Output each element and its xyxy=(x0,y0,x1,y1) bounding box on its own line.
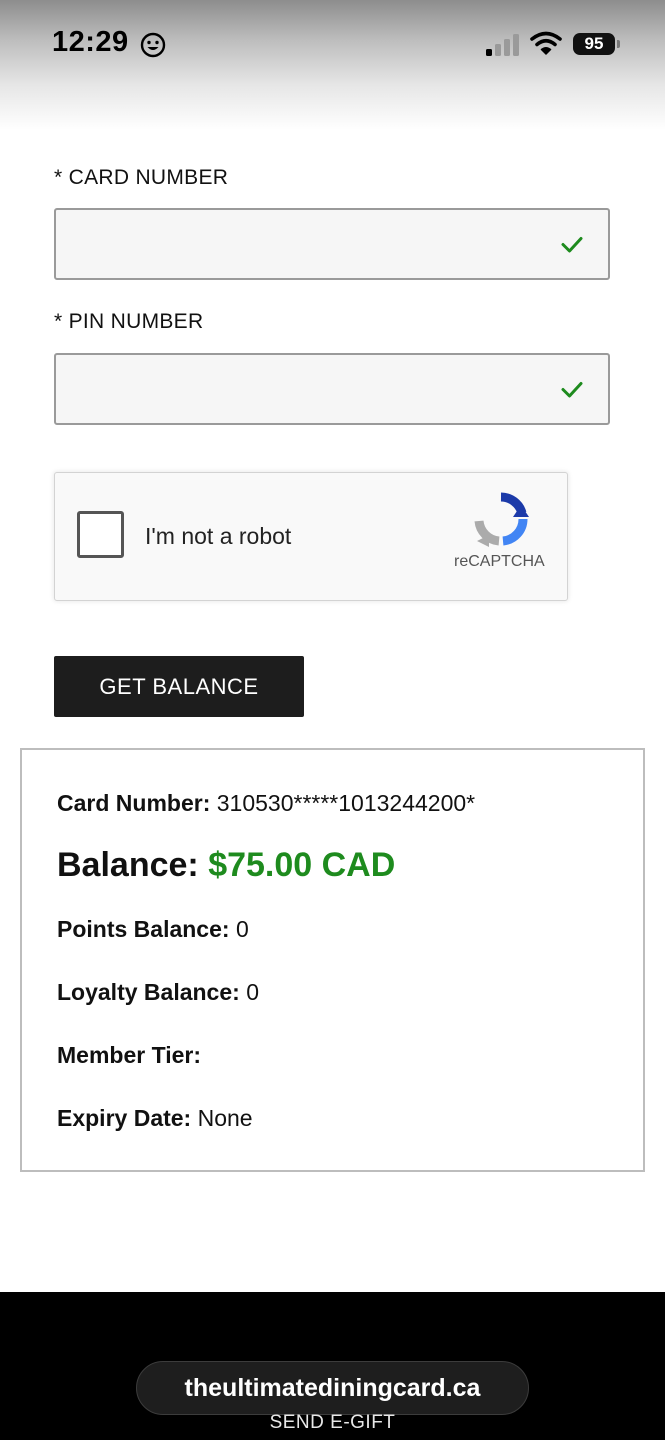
result-points-balance: Points Balance: 0 xyxy=(57,916,249,943)
result-loyalty-value: 0 xyxy=(246,979,259,1005)
result-balance: Balance: $75.00 CAD xyxy=(57,846,395,885)
footer: theultimatediningcard.ca SEND E-GIFT xyxy=(0,1292,665,1440)
result-loyalty-balance: Loyalty Balance: 0 xyxy=(57,979,259,1006)
recaptcha-logo-icon xyxy=(474,492,529,547)
pin-number-field[interactable] xyxy=(54,353,610,425)
result-card-number-value: 310530*****1013244200* xyxy=(216,790,476,816)
result-card-number: Card Number: 310530*****1013244200* xyxy=(57,790,475,817)
balance-result-panel: Card Number: 310530*****1013244200* Bala… xyxy=(20,748,645,1172)
pin-number-input[interactable] xyxy=(56,355,536,423)
result-points-label: Points Balance: xyxy=(57,916,230,942)
browser-url-bar[interactable]: theultimatediningcard.ca xyxy=(136,1361,529,1415)
result-expiry-label: Expiry Date: xyxy=(57,1105,192,1131)
result-expiry-date: Expiry Date: None xyxy=(57,1105,253,1132)
result-expiry-value: None xyxy=(197,1105,253,1131)
cellular-signal-icon xyxy=(486,34,519,56)
wifi-icon xyxy=(530,31,562,55)
send-egift-link[interactable]: SEND E-GIFT xyxy=(0,1412,665,1434)
smiley-icon xyxy=(140,32,166,58)
card-number-label: * CARD NUMBER xyxy=(54,166,229,189)
checkmark-icon xyxy=(561,237,583,253)
card-number-input[interactable] xyxy=(56,210,536,278)
recaptcha-widget: I'm not a robot reCAPTCHA xyxy=(54,472,568,601)
pin-number-label: * PIN NUMBER xyxy=(54,310,204,333)
result-points-value: 0 xyxy=(235,916,249,942)
result-member-tier: Member Tier: xyxy=(57,1042,201,1069)
status-time: 12:29 xyxy=(52,26,129,58)
recaptcha-brand: reCAPTCHA xyxy=(454,553,545,570)
card-number-field[interactable] xyxy=(54,208,610,280)
recaptcha-checkbox[interactable] xyxy=(77,511,124,558)
result-card-number-label: Card Number: xyxy=(57,790,211,816)
battery-indicator: 95 xyxy=(573,33,615,55)
result-balance-label: Balance: xyxy=(57,846,199,884)
status-bar: 12:29 95 xyxy=(0,0,665,140)
result-loyalty-label: Loyalty Balance: xyxy=(57,979,240,1005)
result-balance-value: $75.00 CAD xyxy=(208,846,396,884)
recaptcha-label: I'm not a robot xyxy=(145,523,292,549)
result-tier-label: Member Tier: xyxy=(57,1042,202,1068)
checkmark-icon xyxy=(561,382,583,398)
get-balance-button[interactable]: GET BALANCE xyxy=(54,656,304,717)
battery-tip xyxy=(617,40,620,48)
